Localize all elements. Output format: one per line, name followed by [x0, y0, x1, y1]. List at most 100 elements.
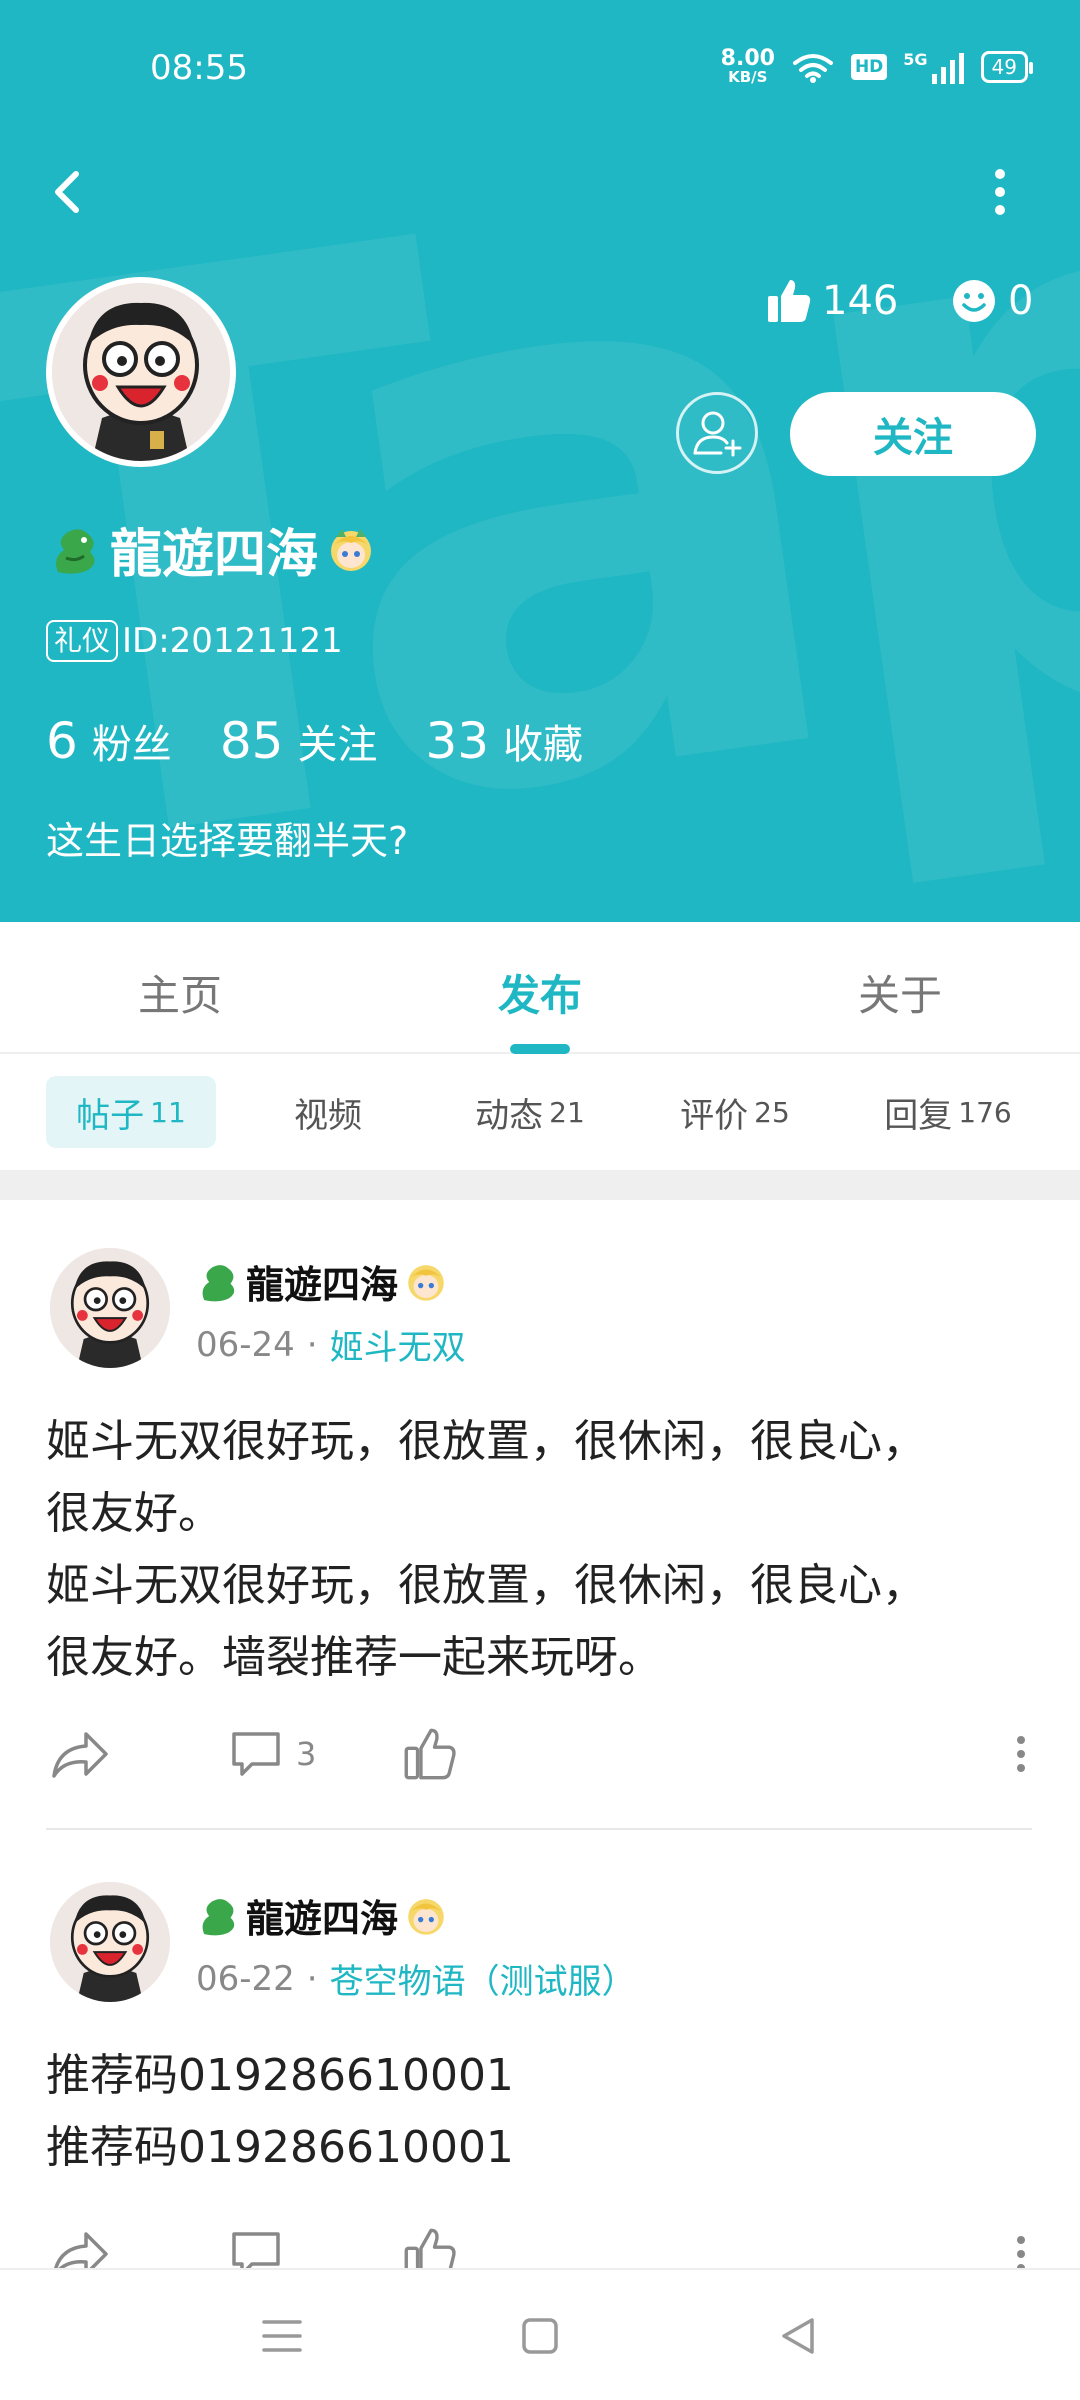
- subtab-reviews-label: 评价: [680, 1095, 749, 1136]
- like-button[interactable]: [404, 1728, 456, 1780]
- add-user-icon: [693, 411, 742, 457]
- followers-stat[interactable]: 6 粉丝: [46, 712, 172, 770]
- subtab-videos[interactable]: 视频: [248, 1076, 408, 1148]
- tab-posts[interactable]: 发布: [440, 962, 640, 1023]
- post-text-line: 推荐码019286610001: [46, 2122, 514, 2173]
- thumbs-up-icon: [768, 280, 811, 322]
- following-stat[interactable]: 85 关注: [220, 712, 378, 770]
- favorites-label: 收藏: [503, 722, 584, 768]
- post-author-name[interactable]: 龍遊四海: [246, 1888, 398, 1943]
- post-actions: 3: [0, 1728, 1080, 1798]
- subtab-replies-count: 176: [958, 1095, 1012, 1129]
- likes-count: 146: [822, 278, 899, 324]
- user-id-row: 礼仪 ID:20121121: [46, 620, 343, 662]
- like-button[interactable]: [404, 2228, 456, 2268]
- share-arrow-icon: [52, 1732, 108, 1778]
- post-date: 06-22: [196, 1958, 295, 1999]
- post-game-link[interactable]: 姬斗无双: [330, 1320, 466, 1369]
- post-date: 06-24: [196, 1324, 295, 1365]
- user-id: ID:20121121: [122, 621, 343, 661]
- cartoon-avatar-image: [50, 1248, 170, 1368]
- network-speed: 8.00 KB/S: [721, 48, 775, 85]
- back-button[interactable]: [40, 160, 96, 224]
- subtab-moments-label: 动态: [475, 1095, 544, 1136]
- tab-home[interactable]: 主页: [80, 962, 280, 1023]
- subtab-reviews[interactable]: 评价 25: [640, 1076, 830, 1148]
- smiles-counter[interactable]: 0: [952, 278, 1033, 324]
- post-text-line: 很友好。墙裂推荐一起来玩呀。: [46, 1632, 662, 1683]
- post-meta: 06-24 · 姬斗无双: [196, 1320, 466, 1369]
- post-more-button[interactable]: [1006, 2228, 1036, 2268]
- post-text-line: 姬斗无双很好玩，很放置，很休闲，很良心，: [46, 1416, 926, 1467]
- battery-indicator: 49: [980, 50, 1034, 83]
- share-button[interactable]: [50, 2228, 110, 2268]
- post-divider: [46, 1828, 1032, 1830]
- post-body[interactable]: 推荐码019286610001 推荐码019286610001: [46, 2040, 1046, 2184]
- post-text-line: 推荐码019286610001: [46, 2050, 514, 2101]
- post-author-avatar[interactable]: [50, 1882, 170, 2002]
- smiley-icon: [953, 280, 995, 322]
- likes-counter[interactable]: 146: [766, 278, 898, 324]
- more-vertical-icon: [1017, 1736, 1025, 1772]
- menu-nav-button[interactable]: [252, 2306, 312, 2366]
- comment-count: 3: [296, 1735, 317, 1773]
- comment-button[interactable]: 3: [230, 1728, 316, 1780]
- menu-icon: [262, 2320, 302, 2352]
- subtab-replies[interactable]: 回复 176: [848, 1076, 1048, 1148]
- profile-header: Tap 08:55 8.00 KB/S HD 5G 49 146 0 关注 龍遊…: [0, 0, 1080, 922]
- share-button[interactable]: [50, 1728, 110, 1782]
- more-options-button[interactable]: [980, 160, 1020, 224]
- square-home-icon: [522, 2318, 558, 2354]
- post-actions: [0, 2228, 1080, 2268]
- post-author-name[interactable]: 龍遊四海: [246, 1254, 398, 1309]
- profile-stats: 6 粉丝 85 关注 33 收藏: [46, 712, 631, 770]
- subtab-posts-count: 11: [150, 1095, 186, 1129]
- post-author-avatar[interactable]: [50, 1248, 170, 1368]
- cellular-signal: 5G: [903, 50, 964, 84]
- post-author-row: 龍遊四海: [196, 1254, 450, 1309]
- user-bio: 这生日选择要翻半天?: [46, 819, 409, 863]
- user-avatar[interactable]: [46, 277, 236, 467]
- smiles-count: 0: [1008, 278, 1034, 324]
- subtab-reviews-count: 25: [754, 1095, 790, 1129]
- hd-badge: HD: [850, 53, 888, 80]
- dragon-emoji-icon: [202, 1898, 235, 1935]
- back-nav-button[interactable]: [768, 2306, 828, 2366]
- cartoon-avatar-image: [50, 1882, 170, 2002]
- network-speed-value: 8.00: [720, 46, 775, 71]
- meta-separator: ·: [306, 1324, 318, 1365]
- subtab-moments-count: 21: [549, 1095, 585, 1129]
- dragon-emoji-icon: [202, 1264, 235, 1301]
- follow-button[interactable]: 关注: [790, 392, 1036, 476]
- home-nav-button[interactable]: [510, 2306, 570, 2366]
- following-count: 85: [219, 712, 284, 770]
- cartoon-avatar-image: [52, 283, 230, 461]
- add-friend-button[interactable]: [676, 392, 758, 474]
- status-icons: 8.00 KB/S HD 5G 49: [721, 48, 1034, 85]
- favorites-stat[interactable]: 33 收藏: [425, 712, 583, 770]
- main-tab-bar: 主页 发布 关于: [0, 922, 1080, 1054]
- wifi-icon: [792, 53, 833, 83]
- subtab-moments[interactable]: 动态 21: [440, 1076, 620, 1148]
- comment-button[interactable]: [230, 2228, 282, 2268]
- post-more-button[interactable]: [1006, 1728, 1036, 1780]
- more-vertical-icon: [1017, 2236, 1025, 2268]
- post-body[interactable]: 姬斗无双很好玩，很放置，很休闲，很良心， 很友好。 姬斗无双很好玩，很放置，很休…: [46, 1406, 1046, 1694]
- post-game-link[interactable]: 苍空物语（测试服）: [330, 1954, 636, 2003]
- favorites-count: 33: [425, 712, 490, 770]
- following-label: 关注: [297, 722, 378, 768]
- post-meta: 06-22 · 苍空物语（测试服）: [196, 1954, 636, 2003]
- status-time: 08:55: [150, 48, 248, 88]
- post-card[interactable]: 龍遊四海 06-22 · 苍空物语（测试服） 推荐码019286610001 推…: [0, 1840, 1080, 2268]
- section-divider: [0, 1170, 1080, 1200]
- post-card[interactable]: 龍遊四海 06-24 · 姬斗无双 姬斗无双很好玩，很放置，很休闲，很良心， 很…: [0, 1200, 1080, 1840]
- dragon-emoji-icon: [56, 528, 95, 574]
- comment-bubble-icon: [232, 2232, 280, 2268]
- subtab-posts[interactable]: 帖子 11: [46, 1076, 216, 1148]
- subtab-replies-label: 回复: [884, 1095, 953, 1136]
- anime-girl-badge-icon: [408, 1898, 444, 1935]
- subtab-videos-label: 视频: [294, 1095, 362, 1136]
- title-tag: 礼仪: [46, 620, 119, 662]
- tab-about[interactable]: 关于: [800, 962, 1000, 1023]
- chevron-left-icon: [55, 171, 79, 213]
